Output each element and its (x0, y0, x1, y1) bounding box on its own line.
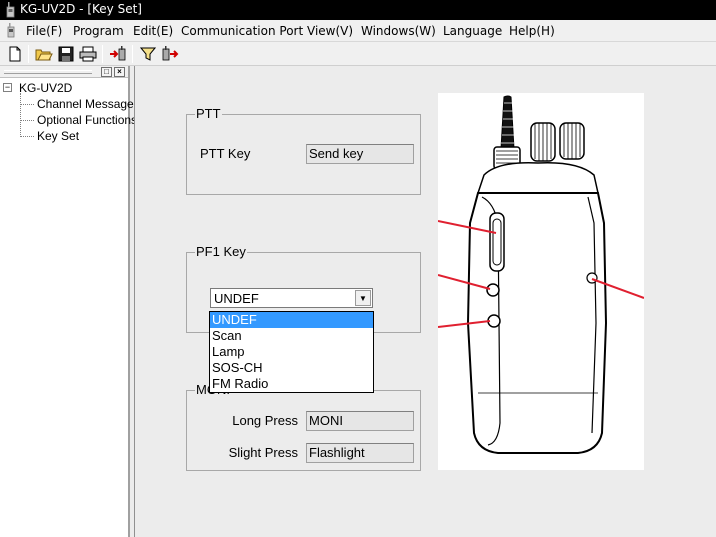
new-file-button[interactable] (5, 44, 25, 64)
long-press-field[interactable]: MONI (306, 411, 414, 431)
read-from-radio-button[interactable] (108, 44, 128, 64)
new-file-icon (9, 46, 21, 62)
key-set-form: PTT PTT Key Send key PF1 Key UNDEF ▼ MON… (134, 66, 716, 537)
tree-item-root[interactable]: KG-UV2D (19, 81, 72, 95)
app-radio-icon (6, 2, 15, 18)
tree-connector (20, 93, 21, 137)
open-folder-icon (35, 49, 53, 61)
dropdown-option-fm-radio[interactable]: FM Radio (210, 376, 373, 392)
read-from-radio-icon (110, 46, 126, 61)
menu-bar: File(F) Program Edit(E) Communication Po… (0, 20, 716, 42)
handheld-radio-drawing (437, 95, 645, 454)
save-icon (58, 46, 74, 62)
menu-communication-port[interactable]: Communication Port (181, 24, 303, 38)
chevron-down-icon[interactable]: ▼ (355, 290, 371, 306)
pf1-group-title: PF1 Key (195, 244, 247, 259)
tree-connector (20, 104, 34, 105)
write-to-radio-icon (162, 46, 179, 61)
moni-group: MONI Long Press MONI Slight Press Flashl… (186, 382, 421, 471)
tree-item-key-set[interactable]: Key Set (37, 129, 79, 143)
slight-press-label: Slight Press (228, 445, 298, 460)
menu-file[interactable]: File(F) (26, 24, 62, 38)
dropdown-option-sos-ch[interactable]: SOS-CH (210, 360, 373, 376)
pf1-selected-value: UNDEF (214, 291, 259, 306)
tree-item-channel-message[interactable]: Channel Message (37, 97, 134, 111)
radio-illustration (437, 93, 645, 470)
panel-header: □ × (0, 66, 128, 78)
ptt-group-title: PTT (195, 106, 222, 121)
mdi-child-icon[interactable] (4, 23, 18, 38)
toolbar (0, 42, 716, 66)
pf1-key-select[interactable]: UNDEF ▼ (210, 288, 373, 308)
ptt-key-label: PTT Key (200, 146, 251, 161)
tree-collapse-icon[interactable]: − (3, 83, 12, 92)
window-title: KG-UV2D - [Key Set] (20, 2, 142, 16)
save-button[interactable] (56, 44, 76, 64)
print-button[interactable] (78, 44, 98, 64)
title-bar[interactable]: KG-UV2D - [Key Set] (0, 0, 716, 20)
navigation-tree-panel: □ × − KG-UV2D Channel Message Optional F… (0, 66, 137, 537)
tree-connector (20, 136, 34, 137)
dropdown-option-lamp[interactable]: Lamp (210, 344, 373, 360)
toolbar-separator (132, 45, 133, 63)
open-button[interactable] (34, 44, 54, 64)
menu-language[interactable]: Language (443, 24, 502, 38)
dropdown-option-scan[interactable]: Scan (210, 328, 373, 344)
dropdown-option-undef[interactable]: UNDEF (210, 312, 373, 328)
ptt-group: PTT PTT Key Send key (186, 106, 421, 195)
long-press-label: Long Press (232, 413, 298, 428)
menu-edit[interactable]: Edit(E) (133, 24, 173, 38)
menu-help[interactable]: Help(H) (509, 24, 555, 38)
menu-view[interactable]: View(V) (307, 24, 353, 38)
toolbar-separator (28, 45, 29, 63)
panel-close-button[interactable]: × (114, 67, 125, 77)
write-to-radio-button[interactable] (160, 44, 180, 64)
tree-connector (20, 120, 34, 121)
filter-button[interactable] (138, 44, 158, 64)
pf1-dropdown-list: UNDEF Scan Lamp SOS-CH FM Radio (209, 311, 374, 393)
ptt-key-field[interactable]: Send key (306, 144, 414, 164)
application-window: KG-UV2D - [Key Set] File(F) Program Edit… (0, 0, 716, 537)
slight-press-field[interactable]: Flashlight (306, 443, 414, 463)
tree-item-optional-functions[interactable]: Optional Functions (37, 113, 137, 127)
menu-windows[interactable]: Windows(W) (361, 24, 436, 38)
filter-icon (140, 47, 156, 61)
panel-restore-button[interactable]: □ (101, 67, 112, 77)
panel-grip[interactable] (4, 70, 92, 74)
print-icon (79, 46, 97, 62)
toolbar-separator (102, 45, 103, 63)
menu-program[interactable]: Program (73, 24, 124, 38)
